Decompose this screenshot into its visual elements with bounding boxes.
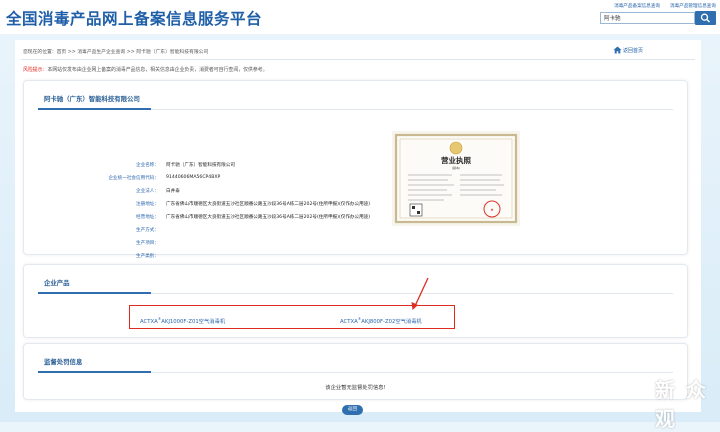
license-title: 营业执照 bbox=[441, 155, 471, 165]
field-row: 生产方式： bbox=[24, 227, 364, 237]
company-title: 阿卡驰（广东）智能科技有限公司 bbox=[44, 95, 140, 103]
field-label-production-category: 生产类别： bbox=[136, 254, 159, 259]
field-row: 经营地址： 广东省佛山市顺德区大良街道五沙社区顺番公路五沙段36号A栋二层202… bbox=[24, 214, 370, 224]
business-license-image: 营业执照 (副本) ★ bbox=[392, 131, 520, 226]
field-label-production-item: 生产项目： bbox=[136, 241, 159, 246]
field-value-registered-address: 广东省佛山市顺德区大良街道五沙社区顺番公路五沙段36号A栋二层202号(住所申报… bbox=[166, 202, 371, 207]
field-row: 生产项目： bbox=[24, 240, 364, 250]
field-label-business-address: 经营地址： bbox=[136, 215, 159, 220]
products-card: 企业产品 ACTXA®AKJ1000F-Z01空气消毒机 ACTXA®AKJ80… bbox=[23, 264, 688, 338]
field-value-company-name: 阿卡驰（广东）智能科技有限公司 bbox=[166, 163, 235, 168]
risk-notice-text: 本网站仅发布由企业网上备案的消毒产品信息，相关信息由企业负责，消费者可自行查阅，… bbox=[47, 67, 268, 73]
home-icon bbox=[613, 46, 622, 54]
products-title: 企业产品 bbox=[44, 279, 70, 287]
watermark-logo: 新 众观 bbox=[655, 378, 708, 431]
field-value-credit-code: 91440606MA56CP4BXP bbox=[166, 175, 221, 180]
red-arrow-annotation bbox=[411, 277, 429, 310]
search-icon bbox=[700, 13, 710, 23]
search-button[interactable] bbox=[695, 11, 716, 25]
field-row: 企业统一社会信用代码： 91440606MA56CP4BXP bbox=[24, 175, 364, 185]
risk-notice: 风险提示：本网站仅发布由企业网上备案的消毒产品信息，相关信息由企业负责，消费者可… bbox=[23, 66, 268, 73]
no-penalty-text: 该企业暂无监督处罚信息! bbox=[325, 385, 386, 391]
field-label-production-mode: 生产方式： bbox=[136, 228, 159, 233]
product-link-akj800f[interactable]: ACTXA®AKJ800F-Z02空气消毒机 bbox=[340, 317, 422, 325]
field-row: 企业法人： 白井泰 bbox=[24, 188, 364, 198]
divider bbox=[21, 59, 695, 60]
field-value-business-address: 广东省佛山市顺德区大良街道五沙社区顺番公路五沙段36号A栋二层202号(住所申报… bbox=[166, 215, 371, 220]
risk-notice-label: 风险提示： bbox=[23, 67, 48, 73]
back-home-label: 返回首页 bbox=[623, 48, 644, 54]
title-underline bbox=[38, 292, 673, 294]
field-row: 企业名称： 阿卡驰（广东）智能科技有限公司 bbox=[24, 162, 364, 172]
title-underline bbox=[38, 371, 673, 373]
field-label-credit-code: 企业统一社会信用代码： bbox=[108, 176, 159, 181]
product-link-akj1000f[interactable]: ACTXA®AKJ1000F-Z01空气消毒机 bbox=[140, 317, 225, 325]
search-input[interactable]: 阿卡驰 bbox=[600, 12, 695, 24]
field-value-legal-person: 白井泰 bbox=[166, 189, 180, 194]
company-card: 阿卡驰（广东）智能科技有限公司 企业名称： 阿卡驰（广东）智能科技有限公司 企业… bbox=[23, 80, 688, 285]
breadcrumb: 您现在的位置：首页 >> 消毒产品生产企业查询 >> 阿卡驰（广东）智能科技有限… bbox=[23, 50, 209, 55]
back-home-link[interactable]: 返回首页 bbox=[613, 46, 643, 54]
supervision-title: 监督处罚信息 bbox=[44, 358, 83, 366]
top-header: 全国消毒产品网上备案信息服务平台 消毒产品备案信息查询 消毒产品管理信息查询 阿… bbox=[0, 0, 720, 34]
field-label-legal-person: 企业法人： bbox=[136, 189, 159, 194]
site-title: 全国消毒产品网上备案信息服务平台 bbox=[6, 10, 263, 28]
main-panel: 您现在的位置：首页 >> 消毒产品生产企业查询 >> 阿卡驰（广东）智能科技有限… bbox=[15, 40, 701, 412]
link-management-query[interactable]: 消毒产品管理信息查询 bbox=[670, 3, 716, 9]
license-graphic: 营业执照 (副本) ★ bbox=[392, 131, 520, 226]
field-row: 生产类别： bbox=[24, 253, 364, 263]
license-subtitle: (副本) bbox=[452, 165, 460, 170]
field-label-registered-address: 注册地址： bbox=[136, 202, 159, 207]
link-record-query[interactable]: 消毒产品备案信息查询 bbox=[614, 3, 660, 9]
title-underline bbox=[38, 108, 673, 110]
top-links: 消毒产品备案信息查询 消毒产品管理信息查询 bbox=[614, 3, 716, 9]
svg-text:★: ★ bbox=[490, 207, 494, 212]
supervision-card: 监督处罚信息 该企业暂无监督处罚信息! bbox=[23, 343, 688, 400]
field-label-company-name: 企业名称： bbox=[136, 163, 159, 168]
field-row: 注册地址： 广东省佛山市顺德区大良街道五沙社区顺番公路五沙段36号A栋二层202… bbox=[24, 201, 370, 211]
back-button[interactable]: 返回 bbox=[342, 405, 363, 415]
